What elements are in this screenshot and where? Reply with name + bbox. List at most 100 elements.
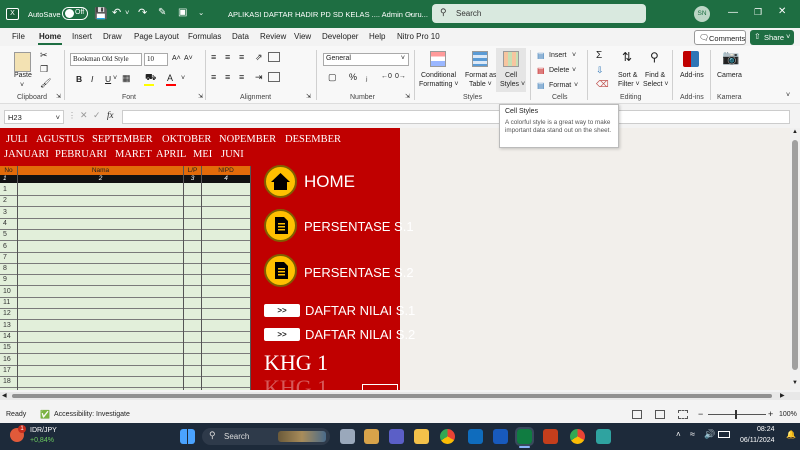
- clear-icon[interactable]: ⌫: [596, 79, 609, 90]
- number-launcher-icon[interactable]: ⇲: [405, 93, 410, 100]
- format-cells-icon[interactable]: ▤: [537, 81, 545, 90]
- insert-function-button[interactable]: fx: [107, 110, 114, 120]
- conditional-formatting-icon[interactable]: [430, 51, 446, 67]
- comments-button[interactable]: 🗨 Comments: [694, 30, 746, 45]
- menu-draw[interactable]: Draw: [103, 32, 122, 41]
- persentase-s1-button[interactable]: PERSENTASE S.1: [304, 219, 414, 234]
- italic-button[interactable]: I: [91, 74, 93, 84]
- close-icon[interactable]: ✕: [778, 6, 786, 17]
- month-agustus[interactable]: AGUSTUS: [36, 134, 84, 145]
- align-bottom-icon[interactable]: ≡: [239, 52, 244, 62]
- comma-button[interactable]: ⱼ: [366, 72, 368, 83]
- stock-name[interactable]: IDR/JPY: [30, 427, 57, 434]
- teams-icon[interactable]: [389, 429, 404, 444]
- align-center-icon[interactable]: ≡: [225, 72, 230, 82]
- chrome-icon[interactable]: [440, 429, 455, 444]
- excel-taskbar-icon[interactable]: [515, 427, 534, 446]
- sort-filter-button[interactable]: Sort &: [618, 72, 637, 79]
- borders-icon[interactable]: ▦: [122, 73, 131, 84]
- paste-dropdown-icon[interactable]: ˅: [20, 82, 24, 89]
- file-explorer-icon[interactable]: [414, 429, 429, 444]
- battery-icon[interactable]: [718, 431, 730, 438]
- zoom-in-button[interactable]: +: [768, 409, 773, 419]
- autosave-toggle[interactable]: Off: [62, 7, 88, 20]
- month-oktober[interactable]: OKTOBER: [162, 134, 211, 145]
- format-dropdown-icon[interactable]: ˅: [574, 82, 578, 89]
- cell-styles-button-2[interactable]: Styles ˅: [500, 81, 525, 88]
- restore-icon[interactable]: ❐: [754, 7, 762, 18]
- table-row[interactable]: [0, 240, 250, 242]
- align-right-icon[interactable]: ≡: [239, 72, 244, 82]
- menu-formulas[interactable]: Formulas: [188, 32, 221, 41]
- alignment-launcher-icon[interactable]: ⇲: [306, 93, 311, 100]
- clock-time[interactable]: 08:24: [757, 426, 775, 433]
- format-as-table-icon[interactable]: [472, 51, 488, 67]
- scrollbar-thumb[interactable]: [792, 140, 798, 370]
- grow-font-icon[interactable]: A˄: [172, 55, 181, 62]
- zoom-slider-thumb[interactable]: [735, 410, 737, 419]
- task-view-icon[interactable]: [340, 429, 355, 444]
- month-mei[interactable]: MEI: [193, 149, 212, 160]
- share-button[interactable]: ⇧ Share ˅: [750, 30, 794, 45]
- table-row[interactable]: [0, 364, 250, 366]
- sort-filter-button-2[interactable]: Filter ˅: [618, 81, 640, 88]
- wrap-text-icon[interactable]: [268, 52, 280, 62]
- number-format-select[interactable]: General ˅: [323, 53, 409, 66]
- merge-center-icon[interactable]: [268, 72, 280, 82]
- home-button[interactable]: HOME: [304, 172, 355, 192]
- formula-input[interactable]: [122, 110, 790, 124]
- enter-icon[interactable]: ✓: [93, 110, 101, 121]
- undo-icon[interactable]: ↶: [112, 6, 121, 19]
- fill-icon[interactable]: ⇩: [596, 65, 604, 76]
- percent-button[interactable]: %: [349, 72, 357, 82]
- scroll-down-icon[interactable]: ▼: [792, 380, 798, 386]
- add-ins-button[interactable]: Add-ins: [680, 72, 704, 79]
- month-desember[interactable]: DESEMBER: [285, 134, 341, 145]
- table-row[interactable]: [0, 206, 250, 208]
- menu-developer[interactable]: Developer: [322, 32, 358, 41]
- underline-button[interactable]: U: [105, 74, 111, 84]
- insert-dropdown-icon[interactable]: ˅: [572, 52, 576, 59]
- find-select-icon[interactable]: ⚲: [650, 50, 659, 64]
- format-as-table-button-2[interactable]: Table ˅: [469, 81, 492, 88]
- table-row[interactable]: [0, 353, 250, 355]
- bold-button[interactable]: B: [76, 74, 82, 84]
- table-row[interactable]: [0, 195, 250, 196]
- accessibility-status[interactable]: Accessibility: Investigate: [54, 411, 130, 418]
- wifi-icon[interactable]: ≈: [690, 429, 695, 439]
- table-row[interactable]: [0, 308, 250, 309]
- menu-insert[interactable]: Insert: [72, 32, 92, 41]
- delete-dropdown-icon[interactable]: ˅: [572, 67, 576, 74]
- table-row[interactable]: [0, 285, 250, 287]
- increase-decimal-icon[interactable]: ←0: [381, 73, 392, 80]
- vertical-scrollbar[interactable]: ▲ ▼: [790, 128, 800, 390]
- fill-color-icon[interactable]: ⛟: [145, 72, 156, 84]
- sort-filter-icon[interactable]: ⇅: [622, 50, 632, 64]
- save-icon[interactable]: 💾: [94, 7, 108, 20]
- table-row[interactable]: [0, 387, 250, 389]
- month-juli[interactable]: JULI: [6, 134, 28, 145]
- align-top-icon[interactable]: ≡: [211, 52, 216, 62]
- indent-icon[interactable]: ⇥: [255, 72, 263, 83]
- paste-icon[interactable]: [14, 52, 31, 72]
- daftar-nilai-s2-arrow[interactable]: >>: [264, 328, 300, 341]
- home-circle[interactable]: [264, 165, 297, 198]
- clipboard-launcher-icon[interactable]: ⇲: [56, 93, 61, 100]
- windows-start-icon[interactable]: [180, 429, 195, 444]
- format-painter-quick-icon[interactable]: ✎: [158, 7, 166, 18]
- cell-styles-icon[interactable]: [503, 51, 519, 67]
- normal-view-icon[interactable]: [632, 410, 642, 419]
- customize-qat-icon[interactable]: ⌄: [198, 8, 204, 17]
- underline-dropdown-icon[interactable]: ˅: [113, 75, 117, 82]
- page-break-view-icon[interactable]: [678, 410, 688, 419]
- table-row[interactable]: [0, 217, 250, 219]
- format-cells-button[interactable]: Format: [549, 82, 571, 89]
- add-ins-icon[interactable]: [683, 51, 699, 67]
- accessibility-icon[interactable]: ✅: [40, 410, 50, 419]
- table-row[interactable]: [0, 341, 250, 343]
- insert-cells-icon[interactable]: ▤: [537, 51, 545, 60]
- zoom-slider[interactable]: [708, 414, 766, 415]
- attendance-table[interactable]: [0, 166, 250, 390]
- conditional-formatting-button-2[interactable]: Formatting ˅: [419, 81, 459, 88]
- cancel-icon[interactable]: ✕: [80, 110, 88, 121]
